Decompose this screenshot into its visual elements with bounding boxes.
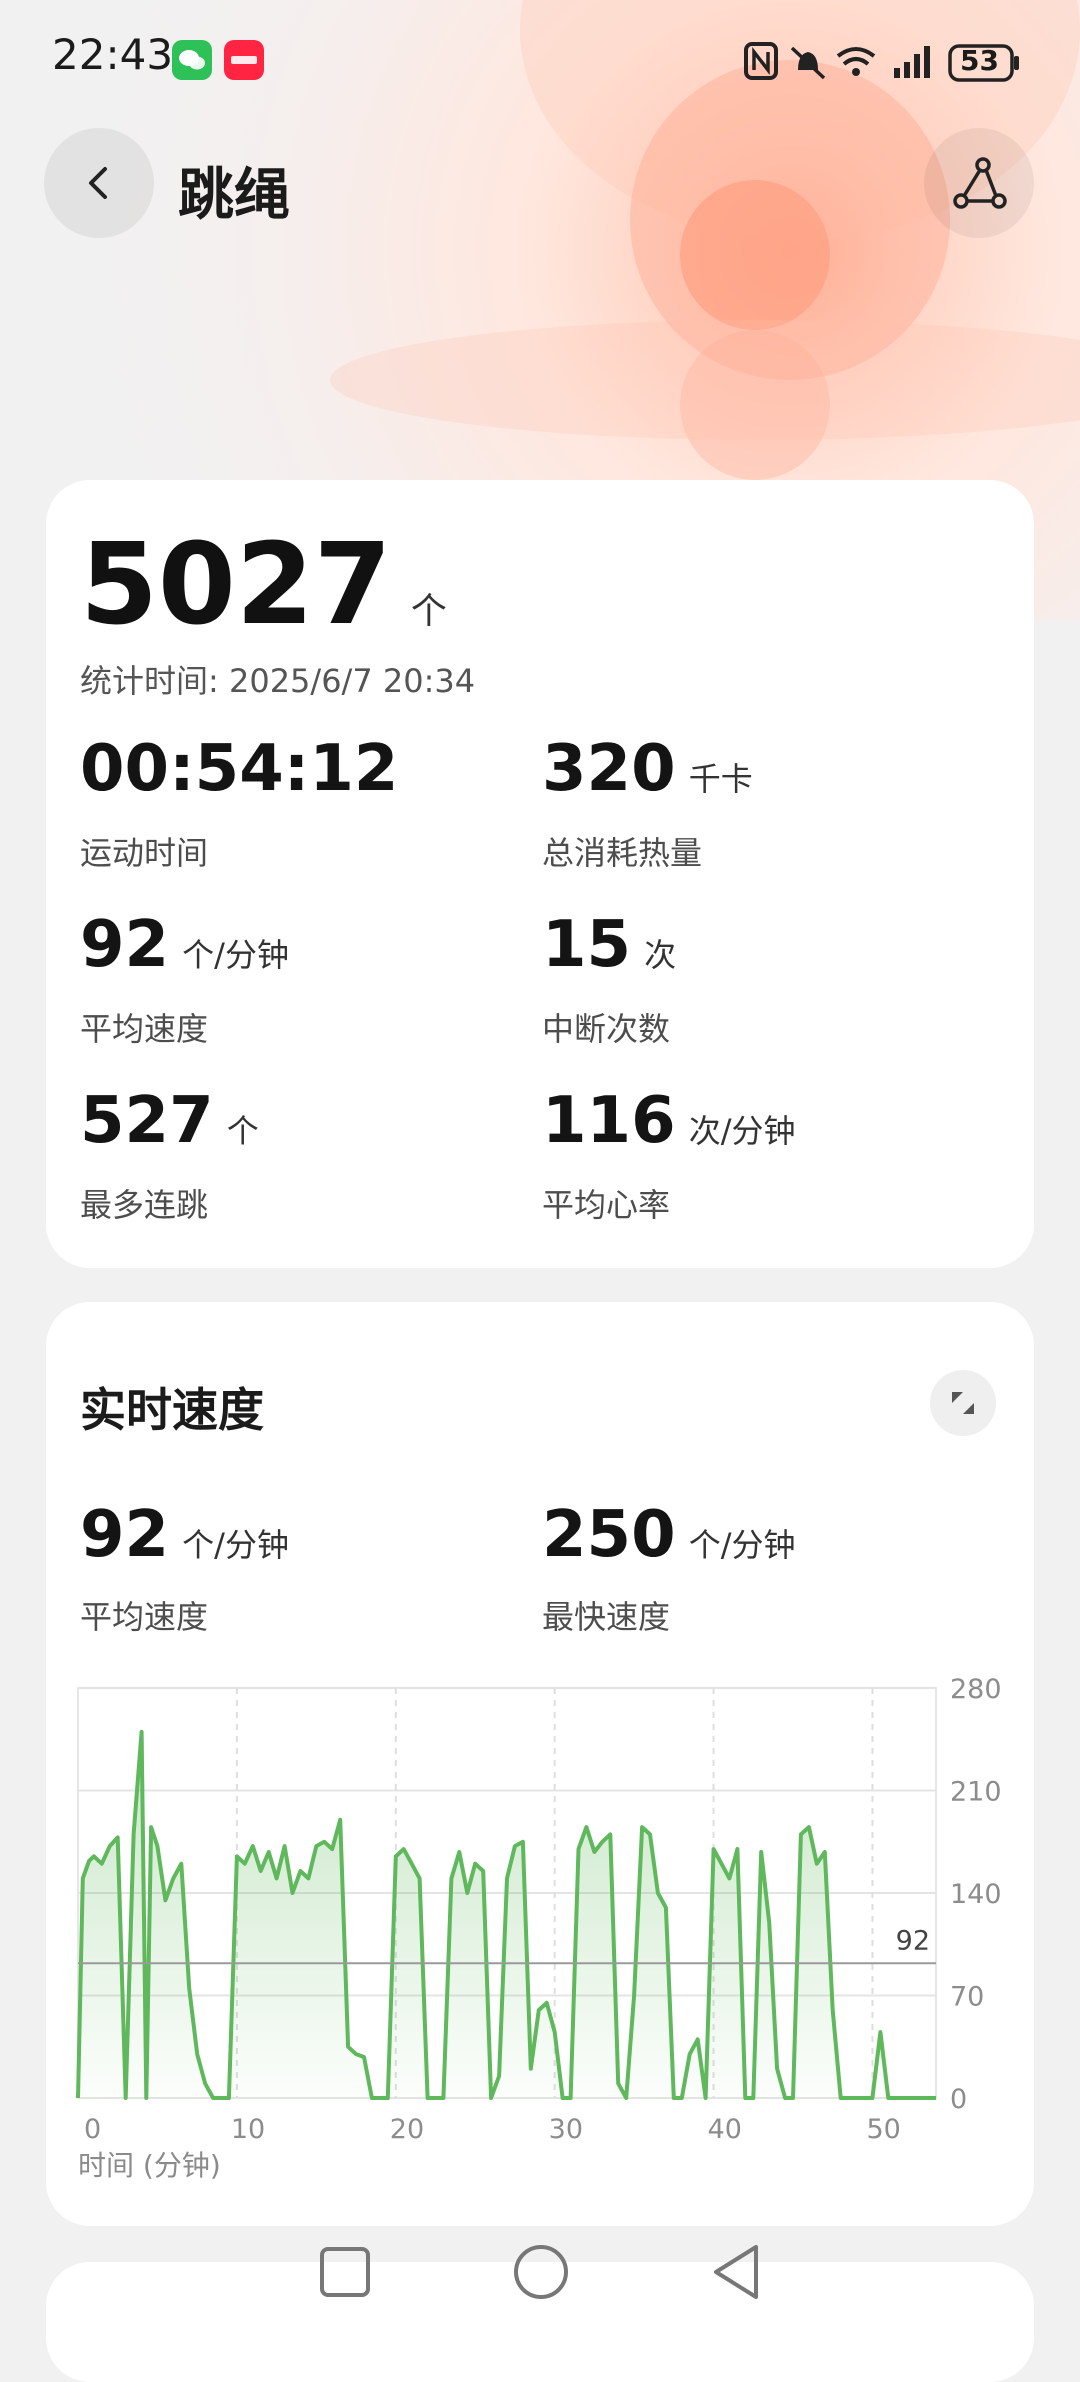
stat-label: 中断次数 <box>542 1010 671 1048</box>
stat-label: 平均速度 <box>80 1010 209 1048</box>
y-tick-label: 210 <box>950 1777 1002 1808</box>
stat-avg-speed: 92 个/分钟 <box>80 908 289 982</box>
stat-label: 总消耗热量 <box>542 834 703 872</box>
page-title: 跳绳 <box>178 163 290 228</box>
total-count-unit: 个 <box>410 591 447 632</box>
x-tick-label: 30 <box>549 2114 583 2145</box>
triangle-back-icon[interactable] <box>708 2243 762 2301</box>
stat-unit: 千卡 <box>688 760 753 798</box>
y-tick-label: 140 <box>950 1879 1002 1910</box>
stat-unit: 个 <box>226 1112 259 1150</box>
share-icon <box>953 157 1007 209</box>
x-tick-label: 20 <box>390 2114 424 2145</box>
x-tick-label: 0 <box>84 2114 101 2145</box>
stat-time-row: 统计时间: 2025/6/7 20:34 <box>80 656 475 702</box>
stat-unit: 次 <box>644 936 677 974</box>
average-label: 92 <box>896 1925 930 1956</box>
circle-icon[interactable] <box>512 2243 570 2301</box>
stat-label: 最多连跳 <box>80 1186 209 1224</box>
stat-max-streak: 527 个 <box>80 1084 259 1158</box>
y-tick-label: 280 <box>950 1674 1002 1705</box>
speed-card: 实时速度 92 个/分钟 平均速度 250 个/分钟 最快速度 0 70 140 21… <box>46 1302 1034 2226</box>
stat-value: 116 <box>542 1084 676 1158</box>
square-icon[interactable] <box>318 2245 372 2299</box>
stat-value: 320 <box>542 732 676 806</box>
stat-value: 15 <box>542 908 632 982</box>
share-button[interactable] <box>924 128 1034 238</box>
battery-level: 53 <box>960 44 999 77</box>
total-count: 5027 <box>80 520 392 650</box>
status-time: 22:43 <box>52 30 174 79</box>
chevron-left-icon <box>89 167 107 199</box>
stat-calories: 320 千卡 <box>542 732 753 806</box>
stat-value: 527 <box>80 1084 214 1158</box>
stat-time: 2025/6/7 20:34 <box>228 662 476 700</box>
xiaohongshu-icon <box>224 40 264 80</box>
stat-value: 00:54:12 <box>80 732 399 806</box>
stat-interruptions: 15 次 <box>542 908 676 982</box>
x-tick-label: 10 <box>231 2114 265 2145</box>
stat-heart-rate: 116 次/分钟 <box>542 1084 795 1158</box>
summary-card: 5027 个 统计时间: 2025/6/7 20:34 00:54:12 运动时… <box>46 480 1034 1268</box>
hero-ray <box>330 320 1080 440</box>
y-tick-label: 0 <box>950 2084 967 2115</box>
hero-core <box>680 180 830 330</box>
x-tick-label: 40 <box>708 2114 742 2145</box>
wechat-icon <box>172 40 212 80</box>
y-tick-label: 70 <box>950 1982 984 2013</box>
stat-label: 运动时间 <box>80 834 209 872</box>
stat-label: 平均心率 <box>542 1186 671 1224</box>
x-axis-title: 时间 (分钟) <box>78 2149 221 2182</box>
stat-time-label: 统计时间: <box>80 662 219 700</box>
status-bar: 22:43 53 <box>0 0 1080 120</box>
speed-chart: 0 70 140 210 280 0 10 20 30 40 50 92 <box>76 1674 1002 2145</box>
stat-unit: 个/分钟 <box>182 936 289 974</box>
total-count-row: 5027 个 <box>80 520 447 650</box>
back-button[interactable] <box>44 128 154 238</box>
x-tick-label: 50 <box>866 2114 900 2145</box>
stat-duration: 00:54:12 <box>80 732 406 806</box>
stat-unit: 次/分钟 <box>688 1112 796 1150</box>
navigation-bar <box>0 2221 1080 2331</box>
stat-value: 92 <box>80 908 170 982</box>
